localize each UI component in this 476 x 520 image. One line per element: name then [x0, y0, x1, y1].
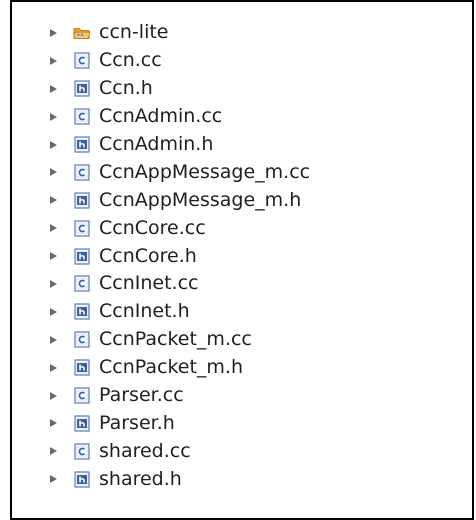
expand-arrow-icon[interactable] — [49, 112, 63, 122]
tree-item[interactable]: CcnCore.h — [49, 242, 310, 270]
tree-item-label: ccn-lite — [99, 21, 169, 44]
tree-item[interactable]: Parser.cc — [49, 382, 310, 410]
header-file-icon — [73, 191, 91, 209]
expand-arrow-icon[interactable] — [49, 223, 63, 233]
expand-arrow-icon[interactable] — [49, 391, 63, 401]
expand-arrow-icon[interactable] — [49, 251, 63, 261]
expand-arrow-icon[interactable] — [49, 56, 63, 66]
tree-item-label: CcnPacket_m.cc — [99, 328, 252, 351]
expand-arrow-icon[interactable] — [49, 363, 63, 373]
header-file-icon — [73, 470, 91, 488]
tree-item[interactable]: Parser.h — [49, 409, 310, 437]
tree-item[interactable]: CcnAdmin.h — [49, 131, 310, 159]
expand-arrow-icon[interactable] — [49, 195, 63, 205]
tree-item[interactable]: Ccn.h — [49, 75, 310, 103]
project-explorer-panel: ccn-lite Ccn.cc Ccn.h CcnAdmin.cc CcnAdmin.h… — [10, 0, 474, 520]
tree-item-label: CcnCore.cc — [99, 216, 206, 239]
tree-item[interactable]: CcnAppMessage_m.cc — [49, 158, 310, 186]
header-file-icon — [73, 136, 91, 154]
c-source-file-icon — [73, 108, 91, 126]
expand-arrow-icon[interactable] — [49, 28, 63, 38]
tree-item-label: CcnAdmin.h — [99, 133, 214, 155]
c-source-file-icon — [73, 219, 91, 237]
tree-item[interactable]: CcnPacket_m.h — [49, 354, 310, 382]
tree-item[interactable]: CcnAdmin.cc — [49, 103, 310, 131]
expand-arrow-icon[interactable] — [49, 418, 63, 428]
tree-item-label: CcnAdmin.cc — [99, 105, 223, 128]
expand-arrow-icon[interactable] — [49, 307, 63, 317]
expand-arrow-icon[interactable] — [49, 446, 63, 456]
header-file-icon — [73, 359, 91, 377]
c-source-file-icon — [73, 331, 91, 349]
header-file-icon — [73, 80, 91, 98]
tree-item[interactable]: CcnAppMessage_m.h — [49, 186, 310, 214]
tree-item[interactable]: CcnInet.h — [49, 298, 310, 326]
tree-item[interactable]: ccn-lite — [49, 19, 310, 47]
tree-item-label: Ccn.h — [99, 77, 153, 100]
tree-item-label: CcnPacket_m.h — [99, 356, 244, 379]
tree-item-label: shared.cc — [99, 439, 191, 462]
header-file-icon — [73, 247, 91, 265]
c-source-file-icon — [73, 163, 91, 181]
header-file-icon — [73, 303, 91, 321]
tree-item[interactable]: CcnPacket_m.cc — [49, 326, 310, 354]
tree-item[interactable]: Ccn.cc — [49, 47, 310, 75]
tree-item-label: Parser.h — [99, 411, 175, 434]
tree-item-label: Parser.cc — [99, 384, 184, 407]
tree-item-label: CcnCore.h — [99, 244, 197, 267]
tree-item[interactable]: CcnInet.cc — [49, 270, 310, 298]
tree-item[interactable]: CcnCore.cc — [49, 214, 310, 242]
expand-arrow-icon[interactable] — [49, 279, 63, 289]
expand-arrow-icon[interactable] — [49, 84, 63, 94]
c-source-file-icon — [73, 387, 91, 405]
folder-icon — [73, 24, 91, 42]
expand-arrow-icon[interactable] — [49, 140, 63, 150]
tree-item[interactable]: shared.cc — [49, 437, 310, 465]
header-file-icon — [73, 414, 91, 432]
expand-arrow-icon[interactable] — [49, 167, 63, 177]
c-source-file-icon — [73, 442, 91, 460]
tree-item-label: Ccn.cc — [99, 49, 162, 72]
tree-item-label: CcnInet.h — [99, 300, 190, 323]
tree-item[interactable]: shared.h — [49, 465, 310, 493]
c-source-file-icon — [73, 52, 91, 70]
tree-item-label: CcnAppMessage_m.h — [99, 188, 302, 211]
tree-item-label: CcnAppMessage_m.cc — [99, 160, 311, 183]
tree-item-label: shared.h — [99, 467, 182, 490]
file-tree: ccn-lite Ccn.cc Ccn.h CcnAdmin.cc CcnAdmin.h… — [49, 19, 310, 493]
c-source-file-icon — [73, 275, 91, 293]
expand-arrow-icon[interactable] — [49, 335, 63, 345]
tree-item-label: CcnInet.cc — [99, 272, 199, 295]
expand-arrow-icon[interactable] — [49, 474, 63, 484]
